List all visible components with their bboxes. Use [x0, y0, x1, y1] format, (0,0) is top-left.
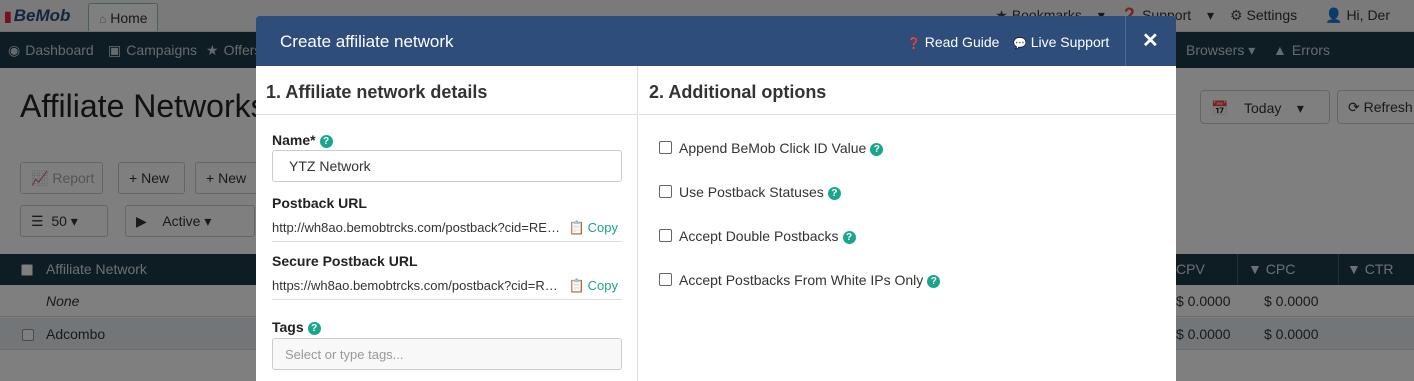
name-label: Name*? [272, 132, 333, 148]
details-heading: 1. Affiliate network details [266, 82, 488, 102]
live-support-link[interactable]: 💬 Live Support [1013, 34, 1109, 50]
read-guide-label: Read Guide [924, 34, 1000, 50]
secure-postback-url-value[interactable]: https://wh8ao.bemobtrcks.com/postback?ci… [272, 278, 564, 293]
help-icon[interactable]: ? [927, 274, 941, 288]
accept-white-ips-checkbox[interactable] [659, 273, 672, 286]
close-button[interactable]: ✕ [1125, 16, 1176, 66]
option-label: Use Postback Statuses [679, 184, 824, 200]
help-icon[interactable]: ? [827, 186, 841, 200]
create-affiliate-network-modal: Create affiliate network ❓ Read Guide 💬 Li… [256, 16, 1176, 381]
option-label: Accept Postbacks From White IPs Only [679, 272, 924, 288]
copy-icon: 📋 [568, 220, 585, 235]
option-label: Accept Double Postbacks [679, 228, 839, 244]
copy-label: Copy [587, 220, 618, 235]
postback-url-value[interactable]: http://wh8ao.bemobtrcks.com/postback?cid… [272, 220, 564, 235]
append-click-id-option[interactable]: Append BeMob Click ID Value? [659, 140, 884, 156]
name-label-text: Name* [272, 132, 316, 148]
postback-url-label: Postback URL [272, 195, 367, 211]
read-guide-link[interactable]: ❓ Read Guide [907, 34, 999, 50]
help-icon[interactable]: ? [870, 142, 884, 156]
tags-label-text: Tags [272, 319, 304, 335]
live-support-label: Live Support [1030, 34, 1110, 50]
use-postback-statuses-option[interactable]: Use Postback Statuses? [659, 184, 841, 200]
option-label: Append BeMob Click ID Value [679, 140, 867, 156]
copy-secure-postback-button[interactable]: 📋 Copy [568, 278, 618, 294]
options-section: 2. Additional options Append BeMob Click… [639, 66, 1176, 381]
name-input[interactable]: YTZ Network [272, 150, 622, 182]
use-postback-statuses-checkbox[interactable] [659, 185, 672, 198]
accept-double-postbacks-checkbox[interactable] [659, 229, 672, 242]
close-icon: ✕ [1142, 30, 1159, 52]
options-heading: 2. Additional options [649, 82, 827, 102]
details-section: 1. Affiliate network details Name*? YTZ … [256, 66, 638, 381]
copy-icon: 📋 [568, 278, 585, 293]
help-icon[interactable]: ? [319, 134, 333, 148]
secure-postback-url-field[interactable]: https://wh8ao.bemobtrcks.com/postback?ci… [272, 274, 622, 300]
copy-label: Copy [587, 278, 618, 293]
modal-title: Create affiliate network [280, 32, 454, 51]
secure-postback-url-label: Secure Postback URL [272, 253, 418, 269]
accept-white-ips-option[interactable]: Accept Postbacks From White IPs Only? [659, 272, 941, 288]
copy-postback-button[interactable]: 📋 Copy [568, 220, 618, 236]
help-icon[interactable]: ? [842, 230, 856, 244]
modal-header: Create affiliate network ❓ Read Guide 💬 Li… [256, 16, 1176, 66]
help-icon[interactable]: ? [307, 321, 321, 335]
tags-input[interactable]: Select or type tags... [272, 338, 622, 370]
append-click-id-checkbox[interactable] [659, 141, 672, 154]
tags-label: Tags? [272, 319, 321, 335]
accept-double-postbacks-option[interactable]: Accept Double Postbacks? [659, 228, 856, 244]
question-circle-icon: ❓ [907, 38, 921, 50]
chat-icon: 💬 [1013, 38, 1027, 50]
postback-url-field[interactable]: http://wh8ao.bemobtrcks.com/postback?cid… [272, 216, 622, 242]
